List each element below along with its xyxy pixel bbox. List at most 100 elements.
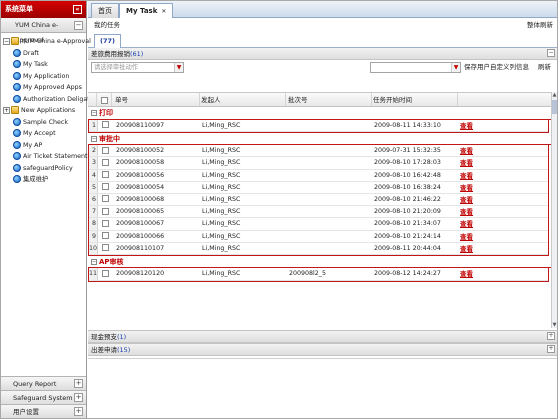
row-select[interactable] [99,206,111,217]
table-row[interactable]: 4 200908100056 Li,Ming_RSC 2009-08-10 16:42… [89,169,548,182]
row-checkbox[interactable] [101,121,109,128]
sidebar-item-11[interactable]: safeguardPolicy [1,163,86,175]
view-link[interactable]: 查看 [460,184,473,192]
view-link[interactable]: 查看 [460,122,473,130]
collapse-sidebar-icon[interactable]: « [73,5,82,14]
chevron-down-icon[interactable]: ▼ [174,63,183,72]
row-checkbox[interactable] [101,158,109,166]
sidebar-item-5[interactable]: Authorization Deligati [1,94,91,106]
row-checkbox[interactable] [101,244,109,252]
table-row[interactable]: 6 200908100068 Li,Ming_RSC 2009-08-10 21:46… [89,193,548,207]
scrollbar-thumb[interactable] [552,100,557,114]
row-select[interactable] [99,182,111,193]
row-checkbox[interactable] [101,269,109,277]
row-select[interactable] [99,243,111,254]
expand-icon[interactable]: + [74,393,83,402]
collapse-group-icon[interactable]: − [91,110,97,116]
sidebar-item-7[interactable]: Sample Check [1,117,86,129]
table-row[interactable]: 5 200908100054 Li,Ming_RSC 2009-08-10 16:38… [89,181,548,194]
table-row[interactable]: 11 200908120120 Li,Ming_RSC 200908l2_5 2009-… [89,268,548,281]
scroll-up-icon[interactable]: ▲ [552,92,557,98]
table-row[interactable]: 3 200908100058 Li,Ming_RSC 2009-08-10 17:28… [89,157,548,170]
col-header-batch[interactable]: 批次号 [288,93,373,106]
view-link[interactable]: 查看 [460,270,473,278]
row-select[interactable] [99,268,111,279]
row-checkbox[interactable] [101,183,109,191]
view-link[interactable]: 查看 [460,233,473,241]
sidebar-item-0[interactable]: − YUM China e-Approval [1,36,91,48]
sidebar-panel-0[interactable]: Query Report + [1,376,86,390]
view-link[interactable]: 查看 [460,172,473,180]
tab-my-task[interactable]: My Task ✕ [119,3,174,19]
row-select[interactable] [99,145,111,156]
table-row[interactable]: 8 200908100067 Li,Ming_RSC 2009-08-10 21:34… [89,218,548,231]
collapse-group-icon[interactable]: − [91,258,97,265]
custom-filter-select[interactable]: ▼ [370,62,461,73]
row-checkbox[interactable] [101,146,109,154]
row-select[interactable] [99,120,111,131]
col-header-no[interactable]: 单号 [115,93,200,106]
expand-icon[interactable]: + [74,379,83,388]
scroll-down-icon[interactable]: ▼ [552,322,557,328]
row-checkbox[interactable] [101,195,109,203]
refresh-button[interactable]: 刷新 [538,60,551,75]
collapse-group-icon[interactable]: − [91,135,97,142]
view-link[interactable]: 查看 [460,220,473,228]
row-select[interactable] [99,218,111,229]
module-header[interactable]: YUM China e-Approval − [1,18,86,44]
table-row[interactable]: 7 200908100065 Li,Ming_RSC 2009-08-10 21:20… [89,206,548,219]
row-checkbox[interactable] [101,219,109,227]
view-link[interactable]: 查看 [460,208,473,216]
collapse-module-icon[interactable]: − [74,21,83,30]
view-link[interactable]: 查看 [460,245,473,253]
col-header-start-time[interactable]: 任务开始时间 [373,93,458,106]
sidebar-item-6[interactable]: + New Applications [1,105,86,117]
section-travel-expense[interactable]: 差旅费用报销(61) − [88,48,557,60]
save-columns-button[interactable]: 保存用户自定义列信息 [464,60,529,75]
header-select-all[interactable] [98,93,110,106]
expand-icon[interactable]: + [3,106,10,114]
select-all-checkbox[interactable] [100,96,108,104]
section-collapsed-1[interactable]: 出差申请(15) + [88,343,557,356]
grid-scrollbar[interactable]: ▲ ▼ [551,92,557,328]
tab-home[interactable]: 首页 [91,3,119,18]
sidebar-item-10[interactable]: Air Ticket Statement [1,151,87,163]
row-checkbox[interactable] [101,207,109,215]
sidebar-item-8[interactable]: My Accept [1,128,86,140]
subtab-count[interactable]: (77) [94,34,121,48]
expand-icon[interactable]: + [74,407,83,416]
view-link[interactable]: 查看 [460,196,473,204]
chevron-down-icon[interactable]: ▼ [451,63,460,72]
expand-section-icon[interactable]: + [547,345,555,353]
sidebar-panel-2[interactable]: 用户设置 + [1,404,86,418]
sidebar-item-12[interactable]: 集成维护 [1,174,86,186]
row-select[interactable] [99,194,111,205]
sidebar-panel-1[interactable]: Safeguard System + [1,390,86,404]
view-link[interactable]: 查看 [460,147,473,155]
collapse-icon[interactable]: − [3,37,10,45]
row-select[interactable] [99,157,111,168]
view-link[interactable]: 查看 [460,159,473,167]
group-header[interactable]: − 打印 [88,107,551,120]
row-select[interactable] [99,170,111,181]
table-row[interactable]: 10 200908110107 Li,Ming_RSC 2009-08-11 20:4… [89,242,548,255]
close-tab-icon[interactable]: ✕ [161,8,166,15]
sidebar-item-1[interactable]: Draft [1,48,86,60]
group-header[interactable]: − 审批中 [88,133,551,146]
expand-section-icon[interactable]: + [547,332,555,340]
table-row[interactable]: 2 200908100052 Li,Ming_RSC 2009-07-31 15:32… [89,145,548,158]
collapse-section-icon[interactable]: − [547,49,555,57]
table-row[interactable]: 1 200908110097 Li,Ming_RSC 2009-08-11 14:33… [89,119,548,132]
refresh-all-button[interactable]: 整体刷新 [527,18,553,33]
section-collapsed-0[interactable]: 现金预支(1) + [88,330,557,343]
row-select[interactable] [99,231,111,242]
row-checkbox[interactable] [101,232,109,239]
sidebar-item-9[interactable]: My AP [1,140,86,152]
sidebar-item-3[interactable]: My Application [1,71,86,83]
sidebar-item-2[interactable]: My Task [1,59,86,71]
sidebar-item-4[interactable]: My Approved Apps [1,82,86,94]
table-row[interactable]: 9 200908100066 Li,Ming_RSC 2009-08-10 21:24… [89,230,548,243]
group-header[interactable]: − AP审核 [88,256,551,269]
approval-action-select[interactable]: 请选择审批动作 ▼ [91,62,184,73]
row-checkbox[interactable] [101,171,109,179]
